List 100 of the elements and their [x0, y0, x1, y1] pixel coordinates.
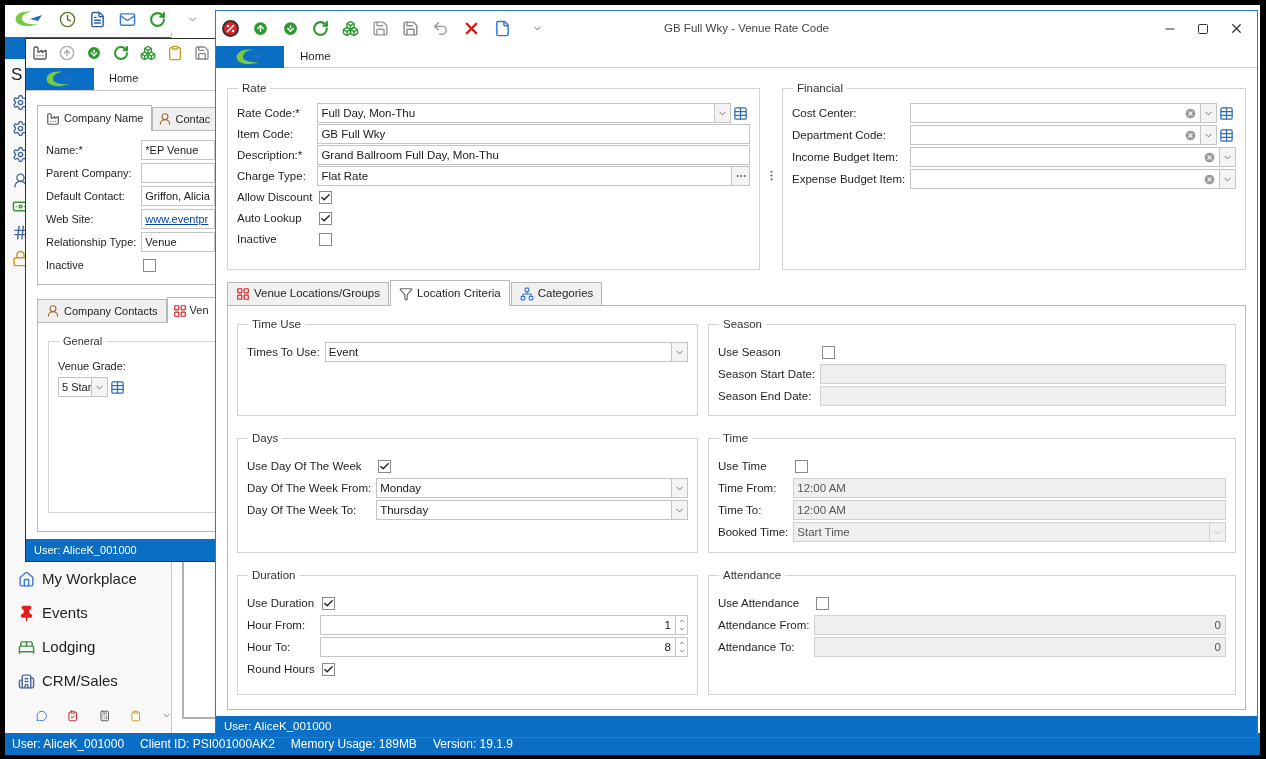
nav-item[interactable]: Events	[5, 596, 171, 630]
table-add-icon[interactable]	[733, 105, 748, 121]
tab[interactable]: Location Criteria	[389, 280, 510, 306]
field-label: Web Site:	[46, 211, 95, 227]
checkbox[interactable]	[319, 232, 333, 246]
field-label: Season Start Date:	[718, 366, 817, 382]
group-title: Attendance	[722, 568, 783, 583]
text-field[interactable]: Flat Rate	[317, 166, 750, 187]
text-field[interactable]: GB Full Wky	[317, 124, 750, 145]
refresh-icon[interactable]	[312, 20, 329, 37]
text-field[interactable]: *EP Venue	[141, 140, 215, 160]
text-field[interactable]: Venue	[141, 232, 215, 252]
save-icon[interactable]	[194, 44, 210, 61]
hierarchy-icon	[519, 287, 534, 301]
group-title: Time Use	[251, 317, 302, 332]
checkbox[interactable]	[378, 459, 392, 473]
table-add-icon[interactable]	[110, 379, 126, 395]
field-label: Venue Grade:	[58, 358, 127, 374]
status-text: User: AliceK_001000	[34, 542, 137, 558]
clear-icon[interactable]	[1203, 150, 1216, 164]
table-add-icon[interactable]	[1219, 105, 1234, 121]
clear-icon[interactable]	[1184, 128, 1197, 142]
factory-icon[interactable]	[32, 44, 48, 61]
field-label: Inactive	[46, 257, 85, 273]
dropdown-field[interactable]	[910, 169, 1236, 190]
refresh-icon[interactable]	[113, 44, 129, 61]
checkmark-icon	[320, 191, 332, 203]
grid-icon	[236, 287, 250, 301]
undo-icon[interactable]	[432, 20, 449, 37]
checkbox[interactable]	[816, 596, 830, 610]
pane-heading: S	[10, 64, 23, 86]
tab[interactable]: Company Name	[37, 105, 153, 131]
blocks-icon[interactable]	[140, 44, 156, 61]
percent-icon[interactable]	[222, 20, 239, 37]
factory-icon	[46, 111, 60, 126]
checkmark-icon	[322, 663, 334, 675]
number-field[interactable]: 1	[319, 615, 688, 636]
house-icon	[18, 570, 35, 588]
ribbon-tab[interactable]: Home	[300, 47, 331, 66]
url-field[interactable]: www.eventpr	[141, 209, 215, 229]
dropdown-field[interactable]	[910, 147, 1236, 168]
tab[interactable]: Contac	[152, 107, 215, 130]
checkbox[interactable]	[319, 190, 333, 204]
field-label: Round Hours	[247, 661, 316, 677]
checkbox[interactable]	[143, 258, 157, 272]
field-label: Time To:	[718, 502, 763, 518]
checkbox[interactable]	[822, 345, 836, 359]
refresh-icon[interactable]	[149, 10, 166, 28]
new-page-icon[interactable]	[494, 20, 511, 37]
table-add-icon[interactable]	[1219, 127, 1234, 143]
checkbox[interactable]	[321, 596, 335, 610]
field-label: Department Code:	[792, 127, 887, 143]
checkbox[interactable]	[321, 662, 335, 676]
clear-icon[interactable]	[1203, 172, 1216, 186]
status-text: Memory Usage: 189MB	[290, 736, 417, 753]
nav-item[interactable]: CRM/Sales	[5, 664, 171, 698]
dropdown-field[interactable]	[910, 125, 1217, 146]
status-text: User: AliceK_001000	[224, 718, 332, 734]
document-icon[interactable]	[89, 10, 106, 28]
field-label: Relationship Type:	[46, 234, 138, 250]
dropdown-field[interactable]: Event	[324, 342, 688, 363]
tab[interactable]: Categories	[510, 282, 603, 305]
checkbox[interactable]	[795, 459, 809, 473]
clear-icon[interactable]	[1184, 106, 1197, 120]
text-field[interactable]	[141, 163, 215, 183]
field-label: Hour From:	[247, 617, 307, 633]
dropdown-field[interactable]: Thursday	[376, 500, 688, 521]
grid-icon	[172, 303, 187, 318]
dropdown-field[interactable]: 5 Star	[58, 377, 109, 397]
app-menu-button[interactable]	[216, 45, 284, 68]
field-label: Name:*	[46, 142, 84, 158]
dropdown-field[interactable]: Monday	[376, 478, 688, 499]
bed-icon	[18, 638, 35, 656]
tab[interactable]: Ven	[166, 297, 215, 323]
person-icon	[46, 304, 60, 318]
checkbox[interactable]	[319, 211, 333, 225]
text-field[interactable]: Grand Ballroom Full Day, Mon-Thu	[317, 145, 750, 166]
save-icon[interactable]	[372, 20, 389, 37]
group-title: Rate	[241, 81, 268, 96]
group-title: Season	[722, 317, 763, 332]
nav-item[interactable]: My Workplace	[5, 562, 171, 596]
clock-icon[interactable]	[59, 10, 76, 28]
dropdown-field[interactable]	[910, 103, 1217, 124]
nav-item[interactable]: Lodging	[5, 630, 171, 664]
close-icon[interactable]	[1229, 21, 1244, 36]
save-close-icon[interactable]	[402, 20, 419, 37]
number-field[interactable]: 8	[319, 637, 688, 658]
tab[interactable]: Company Contacts	[37, 299, 167, 322]
dropdown-field[interactable]: Full Day, Mon-Thu	[317, 103, 731, 124]
field-label: Use Day Of The Week	[247, 458, 363, 474]
field-label: Booked Time:	[718, 524, 790, 540]
maximize-icon[interactable]	[1197, 22, 1209, 35]
status-text: User: AliceK_001000	[12, 736, 125, 753]
tab[interactable]: Venue Locations/Groups	[227, 282, 389, 305]
mail-icon[interactable]	[119, 10, 136, 28]
blocks-icon[interactable]	[342, 20, 359, 37]
clipboard-icon[interactable]	[167, 44, 183, 61]
text-field[interactable]: Griffon, Alicia	[141, 186, 215, 206]
ribbon-tab[interactable]: Home	[109, 69, 139, 87]
field-label: Attendance To:	[718, 639, 796, 655]
